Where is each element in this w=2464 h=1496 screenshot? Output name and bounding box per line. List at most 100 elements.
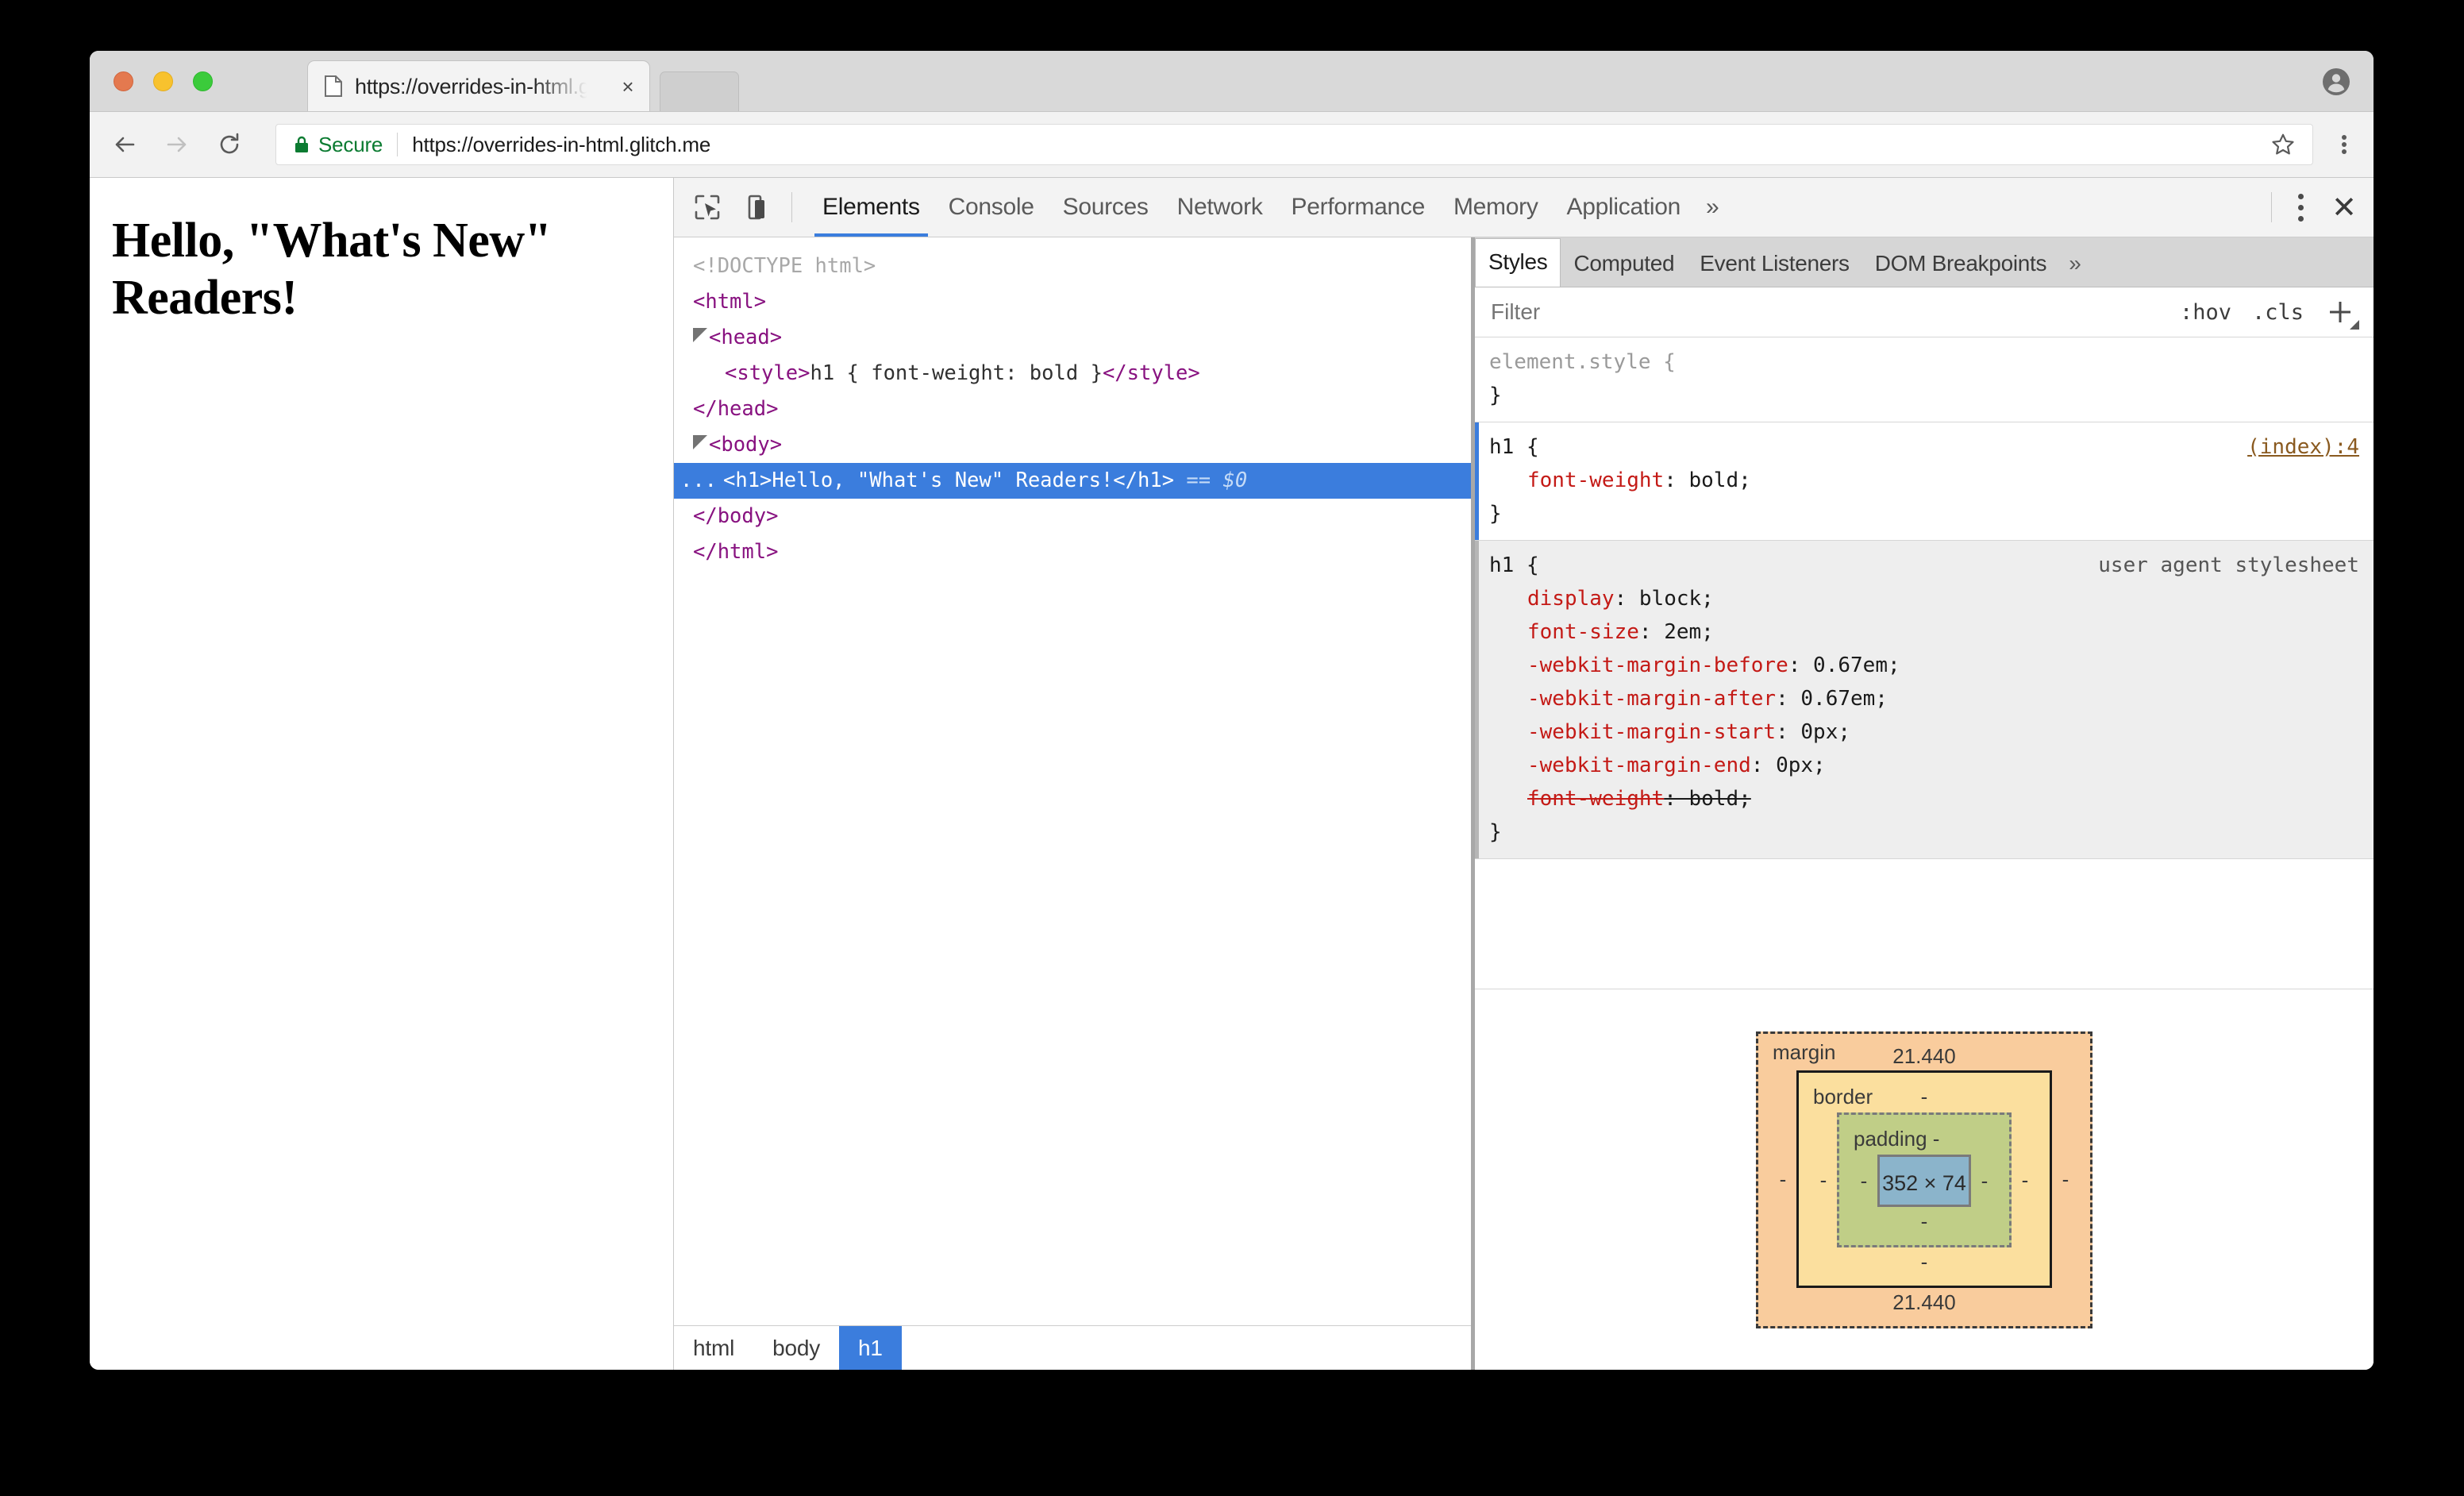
style-open-tag: <style> — [725, 361, 810, 385]
box-model-margin-right[interactable]: - — [2052, 1167, 2079, 1192]
rule-close-brace: } — [1489, 820, 1502, 844]
tab-sources[interactable]: Sources — [1049, 178, 1163, 237]
rule-close-brace: } — [1489, 384, 1502, 407]
css-property[interactable]: font-weight — [1527, 468, 1664, 492]
box-model-content-size[interactable]: 352 × 74 — [1877, 1155, 1971, 1207]
css-declaration[interactable]: -webkit-margin-start: 0px; — [1475, 715, 2374, 749]
filter-input[interactable] — [1489, 299, 2180, 326]
box-model-border-right[interactable]: - — [2012, 1168, 2039, 1193]
chevron-down-icon[interactable] — [693, 435, 707, 449]
rule-source-link[interactable]: (index):4 — [2247, 430, 2359, 464]
css-rule-h1-user-agent[interactable]: h1 { user agent stylesheet display: bloc… — [1475, 541, 2374, 859]
dom-line-body-close[interactable]: </body> — [674, 499, 1471, 534]
box-model-padding-row: - 352 × 74 - — [1850, 1155, 1998, 1207]
css-rule-h1-author[interactable]: h1 { (index):4 font-weight: bold; } — [1475, 422, 2374, 541]
tab-console[interactable]: Console — [934, 178, 1049, 237]
css-declaration[interactable]: -webkit-margin-after: 0.67em; — [1475, 682, 2374, 715]
tab-computed[interactable]: Computed — [1561, 241, 1687, 287]
box-model-border[interactable]: border - - padding - - 352 × 74 - - - - — [1796, 1070, 2052, 1288]
url-text[interactable]: https://overrides-in-html.glitch.me — [412, 133, 2271, 157]
dom-line-doctype[interactable]: <!DOCTYPE html> — [674, 249, 1471, 284]
chevron-down-icon[interactable] — [693, 328, 707, 342]
dom-tree[interactable]: <!DOCTYPE html> <html> <head> <style>h1 … — [674, 237, 1471, 1325]
dom-line-head-close[interactable]: </head> — [674, 391, 1471, 427]
css-value[interactable]: bold; — [1689, 468, 1751, 492]
css-declaration-overridden[interactable]: font-weight: bold; — [1475, 782, 2374, 815]
css-declaration[interactable]: display: block; — [1475, 582, 2374, 615]
close-icon[interactable]: ✕ — [2320, 187, 2369, 228]
devtools-menu-button[interactable] — [2281, 187, 2320, 228]
css-rule-element-style[interactable]: element.style { } — [1475, 337, 2374, 422]
tab-network[interactable]: Network — [1163, 178, 1277, 237]
close-window-button[interactable] — [114, 71, 133, 91]
box-model-border-top[interactable]: - — [1810, 1081, 2039, 1112]
rule-selector[interactable]: h1 { — [1489, 430, 1539, 464]
css-value: bold; — [1688, 787, 1751, 811]
cls-toggle[interactable]: .cls — [2252, 300, 2304, 325]
box-model-padding-label: padding — [1854, 1127, 1927, 1151]
hov-toggle[interactable]: :hov — [2180, 300, 2231, 325]
breadcrumb-item-h1[interactable]: h1 — [839, 1326, 902, 1370]
minimize-window-button[interactable] — [153, 71, 173, 91]
forward-icon[interactable] — [156, 124, 198, 165]
css-declaration[interactable]: -webkit-margin-before: 0.67em; — [1475, 649, 2374, 682]
inspect-element-icon[interactable] — [687, 187, 728, 228]
dom-line-style[interactable]: <style>h1 { font-weight: bold }</style> — [674, 356, 1471, 391]
box-model-margin-label: margin — [1773, 1040, 1836, 1064]
expand-ellipsis[interactable]: ... — [674, 463, 723, 499]
bookmark-star-icon[interactable] — [2271, 133, 2295, 156]
rule-header: h1 { user agent stylesheet — [1475, 549, 2374, 582]
address-bar[interactable]: Secure https://overrides-in-html.glitch.… — [275, 124, 2313, 165]
dom-line-html-close[interactable]: </html> — [674, 534, 1471, 570]
tab-dom-breakpoints[interactable]: DOM Breakpoints — [1862, 241, 2059, 287]
reload-icon[interactable] — [209, 124, 250, 165]
box-model-margin-left[interactable]: - — [1769, 1167, 1796, 1192]
toolbar-separator — [2271, 192, 2272, 222]
browser-menu-button[interactable] — [2324, 124, 2364, 165]
tab-elements[interactable]: Elements — [808, 178, 934, 237]
new-style-rule-button[interactable] — [2324, 296, 2359, 330]
breadcrumb: html body h1 — [674, 1325, 1471, 1370]
css-declaration[interactable]: -webkit-margin-end: 0px; — [1475, 749, 2374, 782]
box-model-border-left[interactable]: - — [1810, 1168, 1837, 1193]
breadcrumb-item-body[interactable]: body — [753, 1326, 839, 1370]
device-toolbar-icon[interactable] — [737, 187, 779, 228]
tab-styles[interactable]: Styles — [1475, 238, 1561, 287]
browser-tab-background[interactable] — [660, 71, 739, 111]
tab-event-listeners[interactable]: Event Listeners — [1687, 241, 1862, 287]
tab-performance[interactable]: Performance — [1277, 178, 1439, 237]
kebab-dot — [2297, 215, 2304, 222]
box-model-padding-left[interactable]: - — [1850, 1169, 1877, 1193]
browser-tab-active[interactable]: https://overrides-in-html.glitch × — [307, 60, 650, 111]
breadcrumb-item-html[interactable]: html — [674, 1326, 753, 1370]
avatar[interactable] — [2323, 68, 2350, 95]
box-model-padding-bottom[interactable]: - — [1850, 1207, 1998, 1236]
more-tabs-icon[interactable]: » — [2059, 241, 2091, 287]
more-tabs-icon[interactable]: » — [1695, 194, 1731, 221]
css-rules-list[interactable]: element.style { } h1 { (index):4 font-we… — [1475, 337, 2374, 989]
dom-line-html-open[interactable]: <html> — [674, 284, 1471, 320]
rule-selector[interactable]: element.style { — [1489, 345, 1676, 379]
box-model-padding-top[interactable]: - — [1933, 1127, 1940, 1151]
css-declaration[interactable]: font-size: 2em; — [1475, 615, 2374, 649]
devtools-panel: Elements Console Sources Network Perform… — [674, 178, 2374, 1370]
browser-tab-title-wrap: https://overrides-in-html.glitch — [355, 72, 596, 100]
box-model-padding[interactable]: padding - - 352 × 74 - - — [1837, 1112, 2012, 1247]
css-declaration[interactable]: font-weight: bold; — [1475, 464, 2374, 497]
dom-line-head-open[interactable]: <head> — [674, 320, 1471, 356]
back-icon[interactable] — [104, 124, 145, 165]
box-model-margin-bottom[interactable]: 21.440 — [1769, 1288, 2079, 1317]
css-value: 0px; — [1776, 754, 1826, 777]
maximize-window-button[interactable] — [193, 71, 213, 91]
box-model-margin[interactable]: margin 21.440 - border - - padding - - 3… — [1756, 1031, 2092, 1328]
dom-line-body-open[interactable]: <body> — [674, 427, 1471, 463]
tab-application[interactable]: Application — [1553, 178, 1695, 237]
body-close-tag: </body> — [693, 504, 779, 528]
dom-line-h1-selected[interactable]: ... <h1> Hello, "What's New" Readers! </h1>… — [674, 463, 1471, 499]
box-model-padding-right[interactable]: - — [1971, 1169, 1998, 1193]
tab-memory[interactable]: Memory — [1439, 178, 1553, 237]
close-icon[interactable]: × — [618, 76, 638, 97]
style-text: h1 { font-weight: bold } — [810, 361, 1103, 385]
box-model-border-bottom[interactable]: - — [1810, 1247, 2039, 1276]
rule-header: h1 { (index):4 — [1475, 430, 2374, 464]
